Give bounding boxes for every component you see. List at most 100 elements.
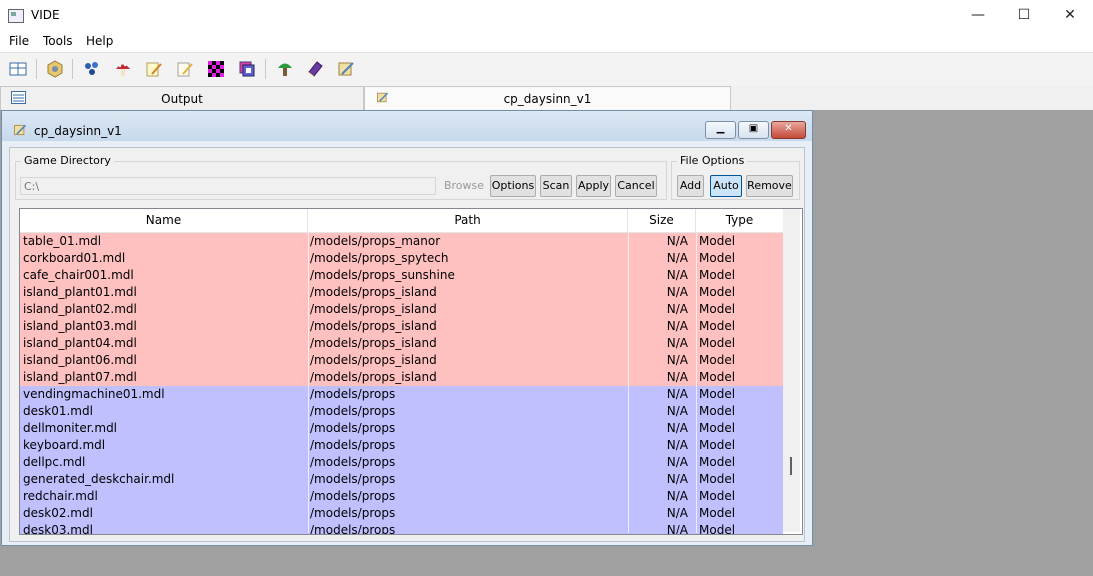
cell-path: /models/props: [310, 421, 396, 435]
maximize-button[interactable]: ☐: [1001, 0, 1047, 31]
layers-icon[interactable]: [238, 60, 256, 78]
cell-name: island_plant06.mdl: [23, 353, 137, 367]
table-row[interactable]: corkboard01.mdl/models/props_spytech N/A M…: [20, 250, 783, 267]
child-restore-button[interactable]: ▣: [738, 121, 769, 139]
cell-name: island_plant03.mdl: [23, 319, 137, 333]
options-button[interactable]: Options: [490, 175, 536, 197]
cell-size: N/A: [666, 319, 688, 333]
scrollbar-thumb[interactable]: [790, 457, 792, 475]
cell-path: /models/props: [310, 404, 396, 418]
mushroom-icon[interactable]: [114, 60, 132, 78]
game-directory-input[interactable]: C:\: [20, 177, 436, 195]
cell-size: N/A: [666, 523, 688, 535]
table-row[interactable]: desk01.mdl/models/props N/A Model: [20, 403, 783, 420]
table-row[interactable]: keyboard.mdl/models/props N/A Model: [20, 437, 783, 454]
table-row[interactable]: desk02.mdl/models/props N/A Model: [20, 505, 783, 522]
table-row[interactable]: island_plant06.mdl/models/props_island N/…: [20, 352, 783, 369]
cell-size: N/A: [666, 251, 688, 265]
table-row[interactable]: generated_deskchair.mdl/models/props N/A M…: [20, 471, 783, 488]
column-header-name[interactable]: Name: [20, 209, 308, 232]
browse-button[interactable]: Browse: [441, 175, 487, 197]
cell-type: Model: [699, 455, 736, 469]
molecules-icon[interactable]: [83, 60, 101, 78]
cell-type: Model: [699, 523, 736, 535]
column-header-size[interactable]: Size: [628, 209, 696, 232]
apply-button[interactable]: Apply: [576, 175, 611, 197]
tab-output-label: Output: [161, 92, 203, 106]
title-bar: VIDE — ☐ ✕: [0, 0, 1093, 31]
edit-doc2-icon[interactable]: [176, 60, 194, 78]
game-directory-group: Game Directory C:\ Browse Options Scan A…: [15, 154, 667, 200]
table-row[interactable]: dellmoniter.mdl/models/props N/A Model: [20, 420, 783, 437]
edit-doc-icon[interactable]: [145, 60, 163, 78]
cell-name: island_plant01.mdl: [23, 285, 137, 299]
cell-name: keyboard.mdl: [23, 438, 106, 452]
close-button[interactable]: ✕: [1047, 0, 1093, 31]
cell-type: Model: [699, 472, 736, 486]
script-icon[interactable]: [337, 60, 355, 78]
table-row[interactable]: redchair.mdl/models/props N/A Model: [20, 488, 783, 505]
column-divider: [696, 233, 697, 533]
add-button[interactable]: Add: [677, 175, 704, 197]
cell-name: desk02.mdl: [23, 506, 93, 520]
vertical-scrollbar[interactable]: [783, 209, 800, 532]
cell-size: N/A: [666, 438, 688, 452]
tree-icon[interactable]: [276, 60, 294, 78]
cancel-button[interactable]: Cancel: [615, 175, 657, 197]
cell-size: N/A: [666, 387, 688, 401]
child-close-button[interactable]: ✕: [771, 121, 806, 139]
cell-path: /models/props: [310, 523, 396, 535]
menu-help[interactable]: Help: [86, 34, 113, 48]
table-row[interactable]: cafe_chair001.mdl/models/props_sunshine N…: [20, 267, 783, 284]
file-table: Name Path Size Type table_01.mdl/models/…: [19, 208, 803, 535]
table-row[interactable]: desk03.mdl/models/props N/A Model: [20, 522, 783, 535]
cell-size: N/A: [666, 302, 688, 316]
table-row[interactable]: island_plant07.mdl/models/props_island N/…: [20, 369, 783, 386]
cell-size: N/A: [666, 472, 688, 486]
toolbar: [0, 52, 1093, 87]
checker-icon[interactable]: [207, 60, 225, 78]
cell-name: desk03.mdl: [23, 523, 93, 535]
cell-type: Model: [699, 506, 736, 520]
column-header-type[interactable]: Type: [696, 209, 783, 232]
cell-size: N/A: [666, 506, 688, 520]
grid-icon[interactable]: [9, 60, 27, 78]
minimize-button[interactable]: —: [955, 0, 1001, 31]
settings-gear-icon[interactable]: [46, 60, 64, 78]
cell-type: Model: [699, 302, 736, 316]
table-row[interactable]: table_01.mdl/models/props_manor N/A Model: [20, 233, 783, 250]
column-header-path[interactable]: Path: [308, 209, 628, 232]
child-title-bar[interactable]: cp_daysinn_v1 ▁ ▣ ✕: [2, 111, 812, 141]
cell-name: corkboard01.mdl: [23, 251, 126, 265]
cell-type: Model: [699, 234, 736, 248]
tab-output[interactable]: Output: [0, 86, 364, 110]
cell-name: island_plant02.mdl: [23, 302, 137, 316]
table-row[interactable]: vendingmachine01.mdl/models/props N/A Mode…: [20, 386, 783, 403]
table-row[interactable]: island_plant02.mdl/models/props_island N/…: [20, 301, 783, 318]
auto-button[interactable]: Auto: [710, 175, 742, 197]
document-tabs: Output cp_daysinn_v1: [0, 86, 1093, 110]
cell-type: Model: [699, 387, 736, 401]
cell-name: cafe_chair001.mdl: [23, 268, 134, 282]
table-row[interactable]: dellpc.mdl/models/props N/A Model: [20, 454, 783, 471]
menu-file[interactable]: File: [9, 34, 29, 48]
cell-path: /models/props_island: [310, 336, 437, 350]
table-row[interactable]: island_plant03.mdl/models/props_island N/…: [20, 318, 783, 335]
remove-button[interactable]: Remove: [746, 175, 793, 197]
cell-type: Model: [699, 421, 736, 435]
scan-button[interactable]: Scan: [540, 175, 572, 197]
menu-tools[interactable]: Tools: [43, 34, 73, 48]
game-directory-label: Game Directory: [21, 154, 114, 167]
cell-path: /models/props_island: [310, 285, 437, 299]
child-minimize-button[interactable]: ▁: [705, 121, 736, 139]
cell-type: Model: [699, 285, 736, 299]
cell-path: /models/props: [310, 489, 396, 503]
table-row[interactable]: island_plant04.mdl/models/props_island N/…: [20, 335, 783, 352]
cell-type: Model: [699, 336, 736, 350]
tab-cp-daysinn[interactable]: cp_daysinn_v1: [364, 86, 731, 110]
book-icon[interactable]: [306, 60, 324, 78]
cell-path: /models/props_manor: [310, 234, 441, 248]
table-row[interactable]: island_plant01.mdl/models/props_island N/…: [20, 284, 783, 301]
cell-type: Model: [699, 489, 736, 503]
cell-path: /models/props_sunshine: [310, 268, 455, 282]
